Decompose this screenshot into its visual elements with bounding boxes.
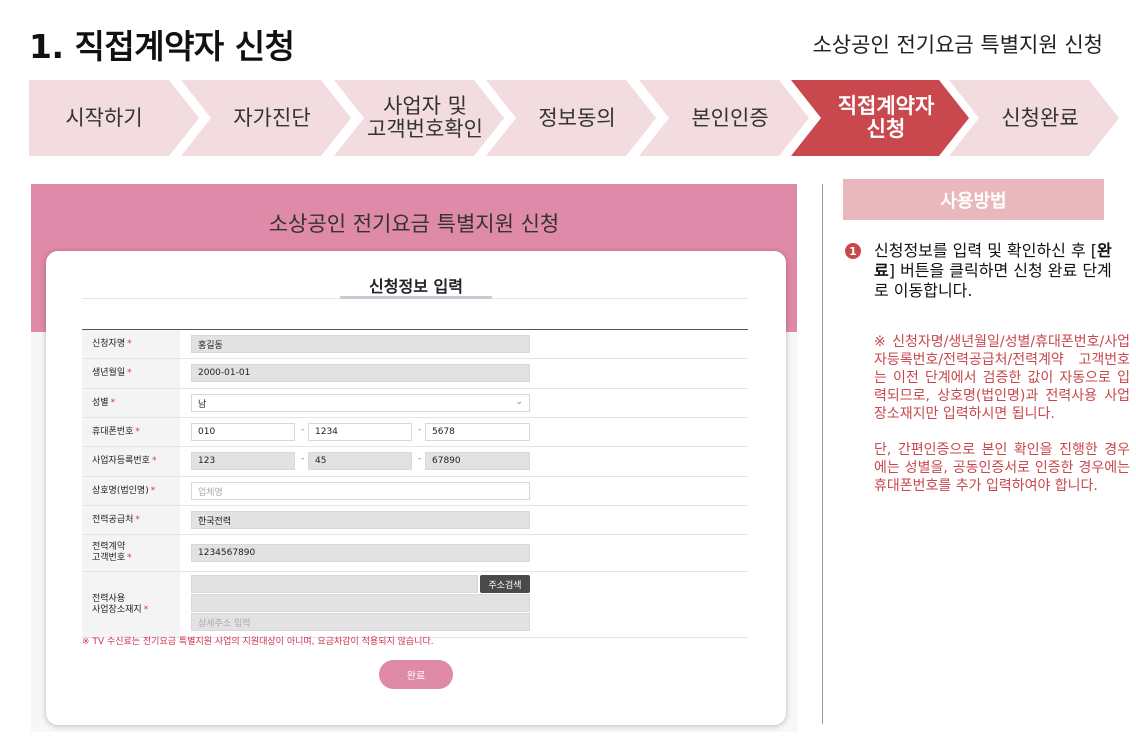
step-direct-contract-apply: 직접계약자 신청 [791,80,969,156]
label-text: 신청자명 [92,338,126,349]
field-label: 전력공급처 * [82,506,180,534]
label-text: 성별 [92,397,109,408]
phone-part3-field[interactable]: 5678 [425,423,530,441]
label-text: 전력계약 [92,542,126,552]
field-label: 전력사용 사업장소재지 * [82,572,180,637]
form-row-customer-number: 전력계약 고객번호 * 1234567890 [82,535,748,572]
step-progress-bar: 시작하기 자가진단 사업자 및 고객번호확인 정보동의 본인인증 직접계약자 신청 … [29,80,1119,156]
required-mark: * [127,368,132,378]
dash-separator: - [301,454,305,464]
usage-guide-header: 사용방법 [843,179,1104,220]
step-label: 고객번호확인 [367,117,483,141]
phone-part1-field[interactable]: 010 [191,423,295,441]
required-mark: * [135,426,140,437]
application-form-card: 신청정보 입력 신청자명 * 홍길동 생년월일 * 2000-01-01 성별 * 남… [46,251,786,725]
applicant-name-field[interactable]: 홍길동 [191,335,530,353]
step-number-badge: 1 [845,243,861,259]
usage-guide-text: 신청정보를 입력 및 확인하신 후 [완료] 버튼을 클릭하면 신청 완료 단계… [874,241,1114,301]
step-complete: 신청완료 [949,80,1119,156]
required-mark: * [110,397,116,408]
address-field[interactable] [191,575,478,593]
step-label: 사업자 및 [383,94,467,118]
section-title-underline [340,296,492,299]
birth-date-field[interactable]: 2000-01-01 [191,364,530,382]
step-label: 본인인증 [691,105,769,130]
step-business-customer-check: 사업자 및 고객번호확인 [334,80,504,156]
tv-fee-notice: ※ TV 수신료는 전기요금 특별지원 사업의 지원대상이 아니며, 요금차감이… [82,637,434,647]
step-identity-verification: 본인인증 [639,80,809,156]
complete-button[interactable]: 완료 [379,660,453,689]
page-subtitle: 소상공인 전기요금 특별지원 신청 [812,33,1103,57]
company-name-input[interactable]: 업체명 [191,482,530,500]
label-text: 휴대폰번호 [92,426,134,437]
label-text: 상호명(법인명) [92,485,149,496]
page-title: 1. 직접계약자 신청 [29,27,295,66]
address-search-button[interactable]: 주소검색 [480,575,530,593]
usage-guide-notes: ※ 신청자명/생년월일/성별/휴대폰번호/사업자등록번호/전력공급처/전력계약 … [874,333,1130,513]
label-text: 사업장소재지 [92,604,142,615]
field-label: 신청자명 * [82,330,180,358]
power-supplier-field[interactable]: 한국전력 [191,511,530,529]
address-line2-field[interactable] [191,594,530,612]
required-mark: * [127,338,132,349]
form-row-business-number: 사업자등록번호 * 123 - 45 - 67890 [82,447,748,477]
required-mark: * [135,514,140,525]
panel-title: 소상공인 전기요금 특별지원 신청 [268,212,560,236]
field-label: 상호명(법인명) * [82,477,180,505]
form-row-gender: 성별 * 남 ⌄ [82,389,748,418]
dash-separator: - [418,454,422,464]
chevron-down-icon: ⌄ [515,397,523,407]
label-text: 전력공급처 [92,514,134,525]
application-screenshot-panel: 소상공인 전기요금 특별지원 신청 신청정보 입력 신청자명 * 홍길동 생년월일… [31,184,797,732]
business-number-part3-field[interactable]: 67890 [425,452,530,470]
vertical-divider [822,184,823,724]
customer-number-field[interactable]: 1234567890 [191,544,530,562]
business-number-part2-field[interactable]: 45 [308,452,412,470]
field-label: 성별 * [82,389,180,417]
form-row-supplier: 전력공급처 * 한국전력 [82,506,748,535]
step-label: 자가진단 [233,105,311,130]
step-label: 시작하기 [65,105,143,130]
label-text: 고객번호 [92,553,126,563]
guide-text-part: ] 버튼을 클릭하면 신청 완료 단계로 이동합니다. [874,261,1112,300]
form-row-phone: 휴대폰번호 * 010 - 1234 - 5678 [82,418,748,447]
field-label: 사업자등록번호 * [82,447,180,476]
step-label: 신청 [866,117,906,141]
gender-selected-value: 남 [198,399,207,410]
required-mark: * [127,553,132,563]
label-text: 전력사용 [92,593,126,604]
field-label: 휴대폰번호 * [82,418,180,446]
guide-text-part: 신청정보를 입력 및 확인하신 후 [ [874,241,1098,260]
form-table: 신청자명 * 홍길동 생년월일 * 2000-01-01 성별 * 남 ⌄ 휴대폰번호… [82,329,748,638]
guide-note-1: ※ 신청자명/생년월일/성별/휴대폰번호/사업자등록번호/전력공급처/전력계약 … [874,334,1130,422]
step-self-diagnosis: 자가진단 [181,80,351,156]
form-row-birth: 생년월일 * 2000-01-01 [82,359,748,389]
required-mark: * [151,456,157,466]
required-mark: * [143,604,149,615]
step-start: 시작하기 [29,80,199,156]
required-mark: * [150,485,156,496]
step-info-consent: 정보동의 [486,80,656,156]
form-row-company: 상호명(법인명) * 업체명 [82,477,748,506]
business-number-part1-field[interactable]: 123 [191,452,295,470]
guide-note-2: 단, 간편인증으로 본인 확인을 진행한 경우에는 성별을, 공동인증서로 인증… [874,442,1130,494]
step-label: 직접계약자 [837,94,935,118]
gender-select[interactable]: 남 ⌄ [191,394,530,412]
label-text: 사업자등록번호 [92,456,150,466]
form-section-title: 신청정보 입력 [369,277,463,296]
dash-separator: - [301,425,305,435]
field-label: 전력계약 고객번호 * [82,535,180,571]
address-detail-input[interactable]: 상세주소 입력 [191,613,530,631]
form-row-address: 전력사용 사업장소재지 * 주소검색 상세주소 입력 [82,572,748,638]
label-text: 생년월일 [92,368,126,378]
phone-part2-field[interactable]: 1234 [308,423,412,441]
dash-separator: - [418,425,422,435]
step-label: 신청완료 [1001,105,1079,130]
step-label: 정보동의 [538,105,616,130]
form-row-name: 신청자명 * 홍길동 [82,330,748,359]
field-label: 생년월일 * [82,359,180,388]
